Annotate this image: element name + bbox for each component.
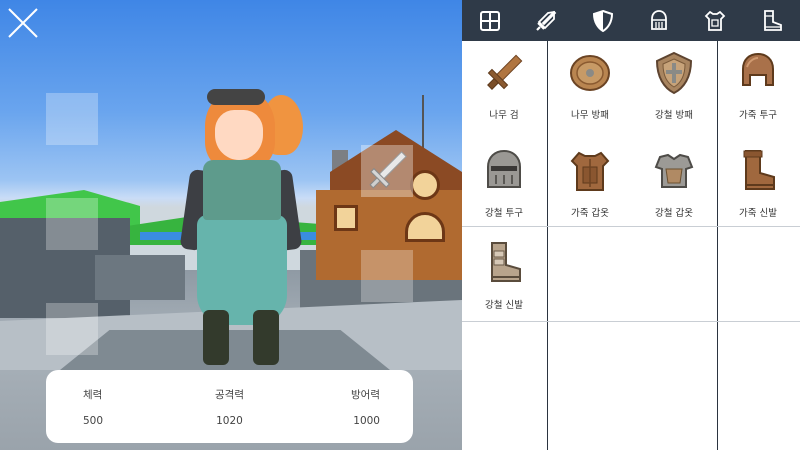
- item-name: 가죽 신발: [739, 208, 777, 219]
- character-pants: [197, 215, 287, 325]
- item-name: 강철 갑옷: [655, 208, 693, 219]
- inventory-panel: 나무 검 나무 방패 강철 방패 가죽 투구 강철 투구 가죽 갑옷 강철 갑옷…: [462, 0, 800, 450]
- item-name: 강철 신발: [485, 300, 523, 311]
- item-name: 가죽 투구: [739, 110, 777, 121]
- equip-slot-left-1[interactable]: [46, 93, 98, 145]
- leather-helmet-icon: [742, 52, 774, 86]
- equip-slot-right-2[interactable]: [361, 250, 413, 302]
- item-name: 나무 검: [489, 110, 519, 121]
- wooden-sword-icon: [369, 151, 407, 189]
- tab-helmet[interactable]: [631, 0, 687, 41]
- stats-panel: 체력 500 공격력 1020 방어력 1000: [46, 370, 413, 443]
- player-character: [175, 85, 315, 370]
- inventory-grid: 나무 검 나무 방패 강철 방패 가죽 투구 강철 투구 가죽 갑옷 강철 갑옷…: [462, 41, 800, 450]
- item-name: 나무 방패: [571, 110, 609, 121]
- character-boot: [203, 310, 229, 365]
- close-button[interactable]: [6, 6, 40, 40]
- wooden-sword-icon: [487, 54, 523, 90]
- close-icon: [8, 8, 38, 38]
- equip-slot-weapon[interactable]: [361, 145, 413, 197]
- steel-armor-icon: [654, 153, 694, 188]
- inventory-item[interactable]: 강철 신발: [462, 231, 546, 315]
- tab-armor[interactable]: [687, 0, 743, 41]
- category-tabbar: [462, 0, 800, 41]
- house-window: [334, 205, 358, 231]
- stat-value: 500: [83, 415, 104, 427]
- grid-divider: [462, 321, 800, 322]
- rock-block: [95, 255, 185, 300]
- stat-label: 공격력: [215, 389, 244, 401]
- leather-boots-icon: [743, 150, 775, 190]
- tab-weapon[interactable]: [518, 0, 574, 41]
- stat-hp: 체력 500: [46, 370, 168, 443]
- leather-armor-icon: [570, 151, 610, 191]
- grid-icon: [480, 10, 501, 31]
- character-face: [215, 110, 263, 160]
- steel-shield-icon: [655, 51, 693, 95]
- stat-attack: 공격력 1020: [168, 370, 290, 443]
- inventory-item[interactable]: 가죽 갑옷: [548, 139, 632, 223]
- inventory-item[interactable]: 강철 방패: [632, 41, 716, 125]
- boots-icon: [763, 9, 782, 31]
- shield-icon: [592, 9, 613, 32]
- character-vest: [203, 160, 281, 220]
- armor-icon: [705, 10, 726, 31]
- inventory-item[interactable]: 가죽 신발: [716, 139, 800, 223]
- tab-boots[interactable]: [744, 0, 800, 41]
- stat-value: 1020: [216, 415, 243, 427]
- character-goggles: [207, 89, 265, 105]
- tab-shield[interactable]: [575, 0, 631, 41]
- inventory-item[interactable]: 강철 투구: [462, 139, 546, 223]
- inventory-item[interactable]: 나무 방패: [548, 41, 632, 125]
- inventory-item[interactable]: 가죽 투구: [716, 41, 800, 125]
- stat-label: 방어력: [351, 389, 380, 401]
- stat-value: 1000: [353, 415, 380, 427]
- inventory-item[interactable]: 나무 검: [462, 41, 546, 125]
- item-name: 강철 방패: [655, 110, 693, 121]
- item-name: 가죽 갑옷: [571, 208, 609, 219]
- helmet-icon: [651, 9, 668, 30]
- stat-label: 체력: [83, 389, 103, 401]
- stat-defense: 방어력 1000: [291, 370, 413, 443]
- steel-boots-icon: [491, 242, 521, 282]
- game-scene: 체력 500 공격력 1020 방어력 1000: [0, 0, 462, 450]
- item-name: 강철 투구: [485, 208, 523, 219]
- equip-slot-left-3[interactable]: [46, 303, 98, 355]
- grid-divider: [462, 226, 800, 227]
- inventory-item[interactable]: 강철 갑옷: [632, 139, 716, 223]
- house-window: [410, 170, 440, 200]
- equip-slot-left-2[interactable]: [46, 198, 98, 250]
- sword-icon: [536, 10, 557, 31]
- wooden-shield-icon: [570, 55, 610, 91]
- character-boot: [253, 310, 279, 365]
- steel-helmet-icon: [487, 149, 521, 188]
- tab-all[interactable]: [462, 0, 518, 41]
